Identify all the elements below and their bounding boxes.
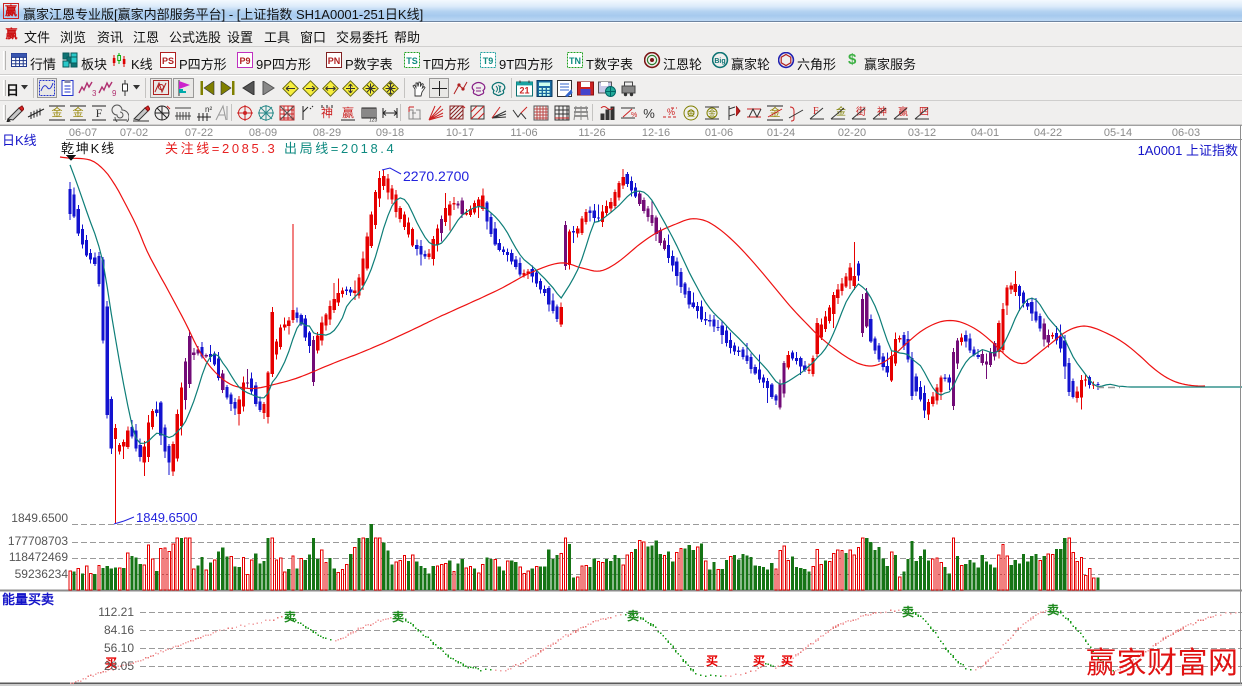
svg-text:01-24: 01-24: [767, 127, 795, 139]
svg-text:出局线=2018.4: 出局线=2018.4: [284, 141, 396, 156]
svg-text:卖: 卖: [1047, 602, 1059, 617]
svg-text:买: 买: [706, 654, 718, 668]
svg-text:金: 金: [73, 105, 84, 119]
svg-text:59236234: 59236234: [15, 567, 69, 581]
svg-text:PN: PN: [328, 56, 341, 66]
svg-text:能量买卖: 能量买卖: [2, 592, 54, 607]
svg-text:PS: PS: [162, 56, 174, 66]
svg-text:01-06: 01-06: [705, 127, 733, 139]
svg-text:04-01: 04-01: [971, 127, 999, 139]
svg-text:11-26: 11-26: [578, 127, 605, 139]
svg-text:177708703: 177708703: [8, 534, 68, 548]
svg-text:08-29: 08-29: [313, 127, 341, 139]
svg-text:金: 金: [836, 105, 846, 118]
svg-text:56.10: 56.10: [104, 641, 134, 655]
svg-text:卖: 卖: [902, 604, 914, 619]
svg-text:日K线: 日K线: [2, 133, 37, 148]
svg-text:乾坤K线: 乾坤K线: [61, 141, 116, 156]
svg-text:金: 金: [708, 108, 716, 118]
svg-text:04-22: 04-22: [1034, 127, 1062, 139]
svg-text:12-16: 12-16: [642, 127, 670, 139]
svg-text:03-12: 03-12: [908, 127, 936, 139]
svg-text:1A0001 上证指数: 1A0001 上证指数: [1138, 143, 1238, 158]
svg-text:赢: 赢: [342, 105, 354, 120]
svg-text:08-09: 08-09: [249, 127, 277, 139]
svg-text:金: 金: [770, 105, 781, 119]
svg-text:关注线=2085.3: 关注线=2085.3: [165, 141, 277, 156]
svg-text:卖: 卖: [284, 609, 296, 624]
svg-text:06-07: 06-07: [69, 127, 97, 139]
svg-text:%: %: [643, 106, 655, 121]
svg-text:9: 9: [112, 89, 116, 97]
svg-text:118472469: 118472469: [9, 550, 69, 564]
svg-text:123: 123: [369, 118, 378, 123]
svg-text:07-22: 07-22: [185, 127, 213, 139]
svg-text:T9: T9: [483, 56, 494, 66]
svg-text:Big: Big: [714, 58, 725, 65]
svg-text:n²: n²: [205, 105, 212, 114]
svg-text:赢家财富网: 赢家财富网: [1086, 647, 1238, 680]
svg-text:金: 金: [52, 105, 63, 119]
svg-text:买: 买: [781, 654, 793, 668]
svg-text:买: 买: [753, 654, 765, 668]
svg-text:卖: 卖: [627, 608, 639, 623]
svg-text:2270.2700: 2270.2700: [403, 168, 469, 184]
svg-text:09-18: 09-18: [376, 127, 404, 139]
svg-text:10-17: 10-17: [446, 127, 474, 139]
svg-text:28.05: 28.05: [104, 659, 134, 673]
svg-text:11-06: 11-06: [510, 127, 537, 139]
svg-text:F: F: [96, 106, 103, 120]
svg-text:1849.6500: 1849.6500: [11, 511, 68, 525]
svg-text:神: 神: [321, 106, 333, 120]
svg-text:TS: TS: [406, 56, 418, 66]
svg-text:06-03: 06-03: [1172, 127, 1200, 139]
svg-text:1849.6500: 1849.6500: [136, 510, 197, 525]
svg-text:卖: 卖: [392, 609, 404, 624]
svg-text:3: 3: [92, 89, 96, 97]
svg-text:112.21: 112.21: [98, 605, 134, 619]
svg-text:84.16: 84.16: [104, 623, 134, 637]
svg-text:%: %: [631, 112, 637, 119]
svg-text:05-14: 05-14: [1104, 127, 1132, 139]
svg-text:金: 金: [687, 108, 695, 118]
svg-text:21: 21: [519, 86, 529, 96]
svg-text:07-02: 07-02: [120, 127, 148, 139]
svg-text:P9: P9: [239, 56, 250, 66]
svg-text:TN: TN: [569, 56, 581, 66]
svg-text:02-20: 02-20: [838, 127, 866, 139]
